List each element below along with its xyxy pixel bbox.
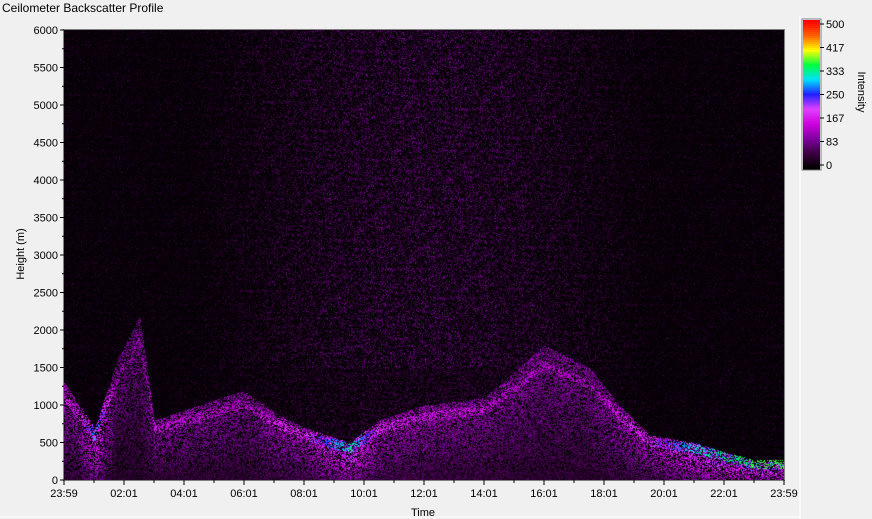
x-tick-label: 02:01: [110, 488, 138, 500]
y-tick-label: 2000: [34, 325, 58, 337]
colorbar-tick-label: 500: [826, 19, 844, 31]
y-tick-label: 4500: [34, 138, 58, 150]
x-tick-label: 14:01: [470, 488, 498, 500]
y-tick-label: 6000: [34, 25, 58, 37]
colorbar-tick-label: 417: [826, 43, 844, 55]
y-tick-label: 2500: [34, 288, 58, 300]
y-tick-label: 1000: [34, 400, 58, 412]
colorbar-tick-label: 333: [826, 66, 844, 78]
x-tick-label: 04:01: [170, 488, 198, 500]
x-tick-label: 12:01: [410, 488, 438, 500]
y-tick-label: 3500: [34, 213, 58, 225]
x-tick-label: 22:01: [710, 488, 738, 500]
y-axis-label: Height (m): [15, 228, 27, 279]
x-axis-label: Time: [411, 507, 435, 519]
y-tick-label: 500: [40, 438, 58, 450]
x-tick-label: 23:59: [50, 488, 78, 500]
y-tick-label: 4000: [34, 175, 58, 187]
colorbar-segment: [803, 167, 820, 170]
x-tick-label: 10:01: [350, 488, 378, 500]
x-tick-label: 20:01: [650, 488, 678, 500]
y-tick-label: 3000: [34, 250, 58, 262]
x-tick-label: 23:59: [770, 488, 798, 500]
backscatter-heatmap: [64, 30, 784, 480]
y-tick-label: 0: [52, 475, 58, 487]
y-tick-label: 5000: [34, 100, 58, 112]
x-tick-label: 06:01: [230, 488, 258, 500]
x-tick-label: 16:01: [530, 488, 558, 500]
colorbar: 500 417 333 250 167 83 0: [801, 18, 844, 172]
colorbar-tick-label: 167: [826, 113, 844, 125]
colorbar-tick-label: 250: [826, 90, 844, 102]
colorbar-tick-label: 0: [826, 160, 832, 172]
y-tick-label: 5500: [34, 63, 58, 75]
x-tick-label: 18:01: [590, 488, 618, 500]
y-tick-label: 1500: [34, 363, 58, 375]
colorbar-tick-label: 83: [826, 137, 838, 149]
chart: 0500100015002000250030003500400045005000…: [0, 15, 867, 519]
colorbar-label: Intensity: [855, 72, 867, 113]
plot-area: [63, 29, 785, 481]
x-tick-label: 08:01: [290, 488, 318, 500]
